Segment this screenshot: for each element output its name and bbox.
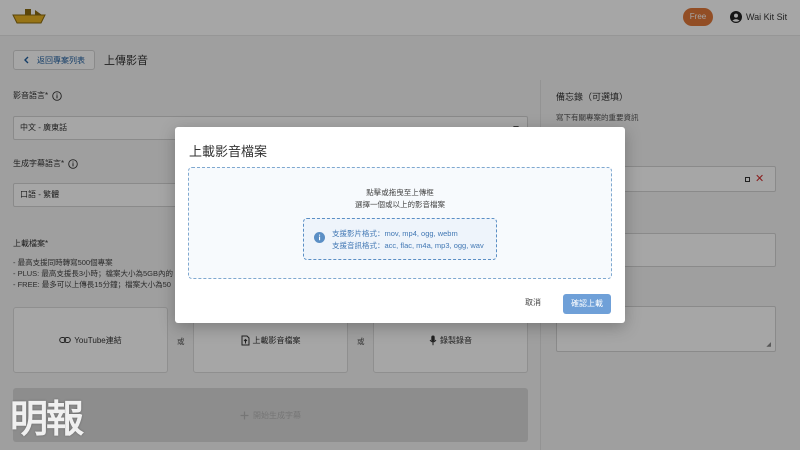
cancel-button[interactable]: 取消 [525, 297, 541, 308]
video-formats-text: 支援影片格式：mov, mp4, ogg, webm [332, 229, 458, 238]
app-root: Free Wai Kit Sit 返回專案列表 上傳影音 影音語言* 中文 - … [0, 0, 800, 450]
confirm-upload-button[interactable]: 確認上載 [563, 294, 611, 314]
dropzone-instruction: 點擊或拖曳至上傳框 [366, 188, 434, 197]
info-icon [314, 232, 325, 243]
upload-media-dialog: 上載影音檔案 點擊或拖曳至上傳框 選擇一個或以上的影音檔案 支援影片格式：mov… [175, 127, 625, 323]
dialog-title: 上載影音檔案 [189, 144, 268, 159]
supported-formats-box: 支援影片格式：mov, mp4, ogg, webm 支援音訊格式：acc, f… [303, 218, 497, 260]
newspaper-watermark-logo: 明報 [10, 396, 84, 441]
dropzone-hint: 選擇一個或以上的影音檔案 [355, 200, 445, 209]
audio-formats-text: 支援音訊格式：acc, flac, m4a, mp3, ogg, wav [332, 241, 484, 250]
file-dropzone[interactable]: 點擊或拖曳至上傳框 選擇一個或以上的影音檔案 支援影片格式：mov, mp4, … [188, 167, 612, 279]
